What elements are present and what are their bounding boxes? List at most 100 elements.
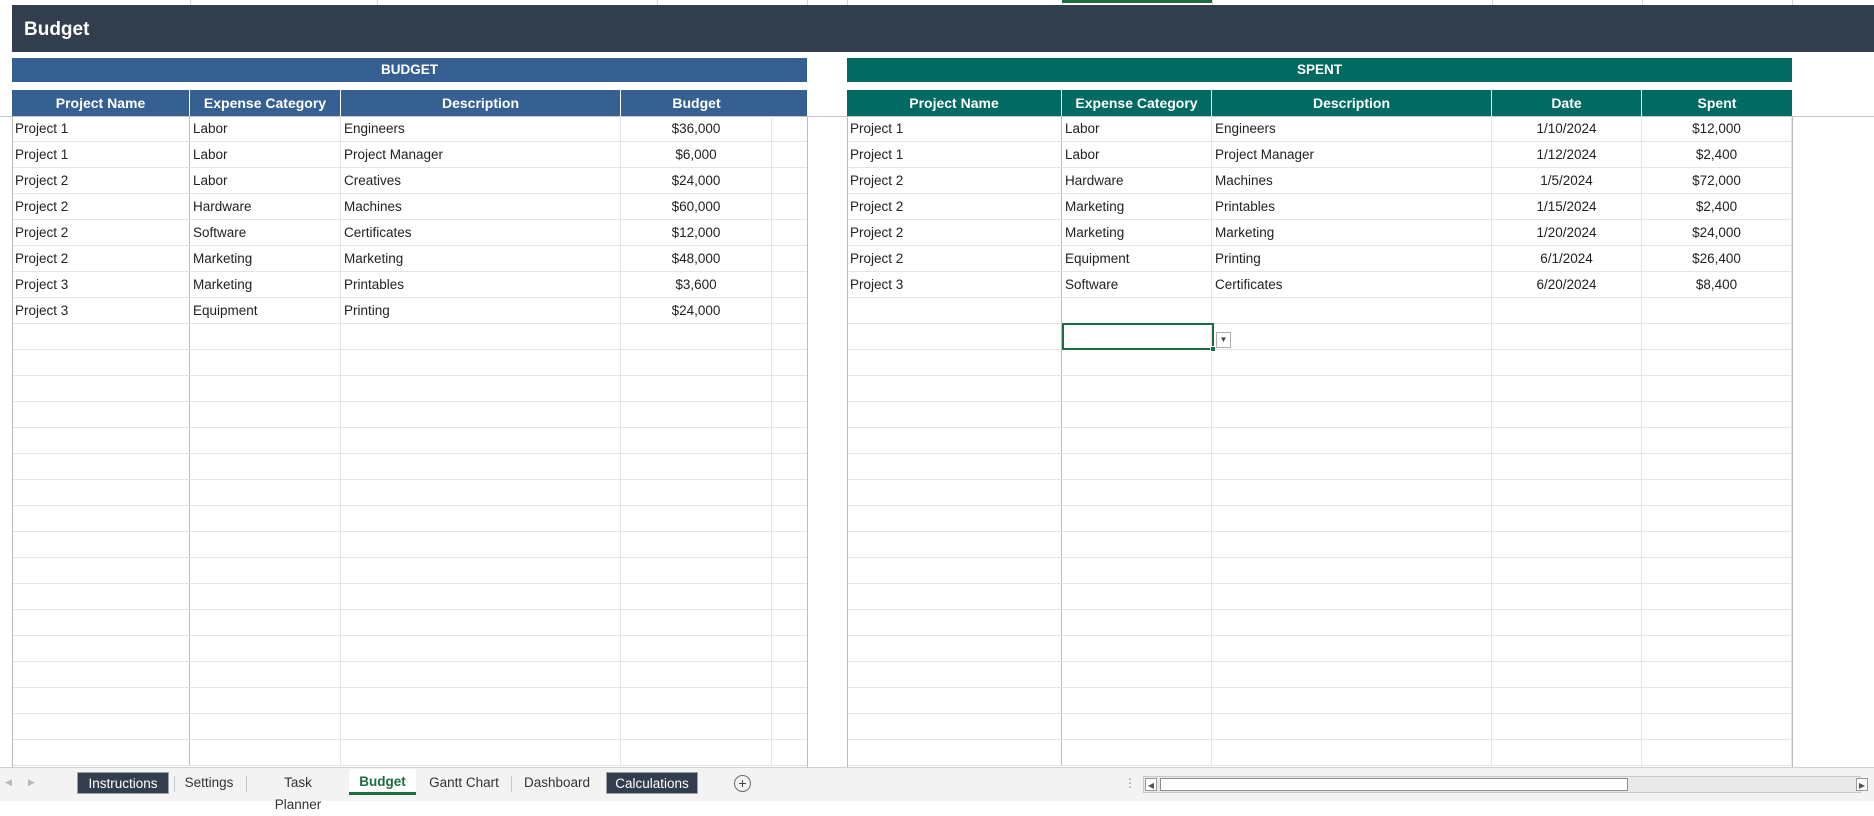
cell-expense-category[interactable] — [190, 350, 341, 375]
cell-expense-category[interactable]: Hardware — [1062, 168, 1212, 193]
cell-project-name[interactable]: Project 2 — [847, 194, 1062, 219]
cell-description[interactable] — [1212, 350, 1492, 375]
cell-project-name[interactable] — [847, 558, 1062, 583]
cell-description[interactable] — [341, 506, 621, 531]
cell-expense-category[interactable] — [190, 428, 341, 453]
cell-description[interactable] — [341, 532, 621, 557]
cell-spent[interactable]: $8,400 — [1642, 272, 1792, 297]
tab-gantt-chart[interactable]: Gantt Chart — [423, 772, 505, 794]
cell-description[interactable] — [1212, 584, 1492, 609]
cell-project-name[interactable]: Project 1 — [12, 116, 190, 141]
cell-spent[interactable] — [1642, 558, 1792, 583]
cell-expense-category[interactable] — [1062, 298, 1212, 323]
cell-project-name[interactable] — [12, 584, 190, 609]
cell-description[interactable] — [1212, 662, 1492, 687]
cell-project-name[interactable] — [12, 558, 190, 583]
cell-project-name[interactable] — [12, 610, 190, 635]
cell-project-name[interactable]: Project 3 — [12, 272, 190, 297]
cell-expense-category[interactable] — [190, 454, 341, 479]
cell-description[interactable] — [1212, 610, 1492, 635]
cell-expense-category[interactable]: Software — [1062, 272, 1212, 297]
cell-expense-category[interactable]: Labor — [1062, 116, 1212, 141]
cell-expense-category[interactable] — [1062, 662, 1212, 687]
cell-project-name[interactable] — [12, 532, 190, 557]
tab-calculations[interactable]: Calculations — [606, 772, 698, 794]
cell-date[interactable] — [1492, 376, 1642, 401]
cell-expense-category[interactable] — [190, 480, 341, 505]
cell-project-name[interactable] — [12, 324, 190, 349]
cell-expense-category[interactable] — [190, 324, 341, 349]
cell-project-name[interactable]: Project 2 — [847, 168, 1062, 193]
cell-description[interactable]: Certificates — [341, 220, 621, 245]
cell-spent[interactable]: $2,400 — [1642, 142, 1792, 167]
cell-description[interactable] — [1212, 480, 1492, 505]
cell-date[interactable]: 1/10/2024 — [1492, 116, 1642, 141]
plus-circle-icon[interactable]: + — [734, 775, 751, 792]
cell-project-name[interactable] — [12, 480, 190, 505]
cell-expense-category[interactable] — [1062, 350, 1212, 375]
cell-description[interactable]: Creatives — [341, 168, 621, 193]
cell-budget[interactable]: $36,000 — [621, 116, 772, 141]
cell-expense-category[interactable] — [1062, 688, 1212, 713]
cell-expense-category[interactable] — [190, 740, 341, 765]
cell-expense-category[interactable] — [190, 610, 341, 635]
tab-dashboard[interactable]: Dashboard — [518, 772, 595, 794]
cell-spent[interactable] — [1642, 480, 1792, 505]
cell-budget[interactable] — [621, 636, 772, 661]
cell-spent[interactable] — [1642, 636, 1792, 661]
cell-project-name[interactable] — [847, 376, 1062, 401]
cell-expense-category[interactable] — [190, 376, 341, 401]
cell-description[interactable] — [341, 402, 621, 427]
cell-description[interactable] — [1212, 506, 1492, 531]
cell-expense-category[interactable] — [1062, 376, 1212, 401]
cell-spent[interactable]: $12,000 — [1642, 116, 1792, 141]
cell-spent[interactable] — [1642, 402, 1792, 427]
cell-project-name[interactable]: Project 3 — [847, 272, 1062, 297]
cell-project-name[interactable] — [847, 532, 1062, 557]
cell-description[interactable]: Printing — [341, 298, 621, 323]
cell-expense-category[interactable]: Hardware — [190, 194, 341, 219]
cell-expense-category[interactable]: Labor — [190, 142, 341, 167]
cell-budget[interactable] — [621, 610, 772, 635]
cell-spent[interactable] — [1642, 662, 1792, 687]
cell-description[interactable] — [341, 714, 621, 739]
cell-project-name[interactable] — [12, 376, 190, 401]
cell-budget[interactable] — [621, 662, 772, 687]
cell-description[interactable] — [341, 558, 621, 583]
cell-budget[interactable] — [621, 584, 772, 609]
cell-budget[interactable]: $3,600 — [621, 272, 772, 297]
cell-description[interactable] — [341, 350, 621, 375]
cell-project-name[interactable]: Project 1 — [847, 142, 1062, 167]
cell-description[interactable] — [1212, 740, 1492, 765]
cell-description[interactable]: Marketing — [1212, 220, 1492, 245]
cell-description[interactable] — [1212, 428, 1492, 453]
cell-project-name[interactable]: Project 2 — [12, 220, 190, 245]
cell-description[interactable]: Printables — [1212, 194, 1492, 219]
cell-date[interactable] — [1492, 610, 1642, 635]
cell-budget[interactable]: $12,000 — [621, 220, 772, 245]
cell-project-name[interactable]: Project 2 — [12, 246, 190, 271]
cell-budget[interactable] — [621, 350, 772, 375]
cell-date[interactable] — [1492, 636, 1642, 661]
cell-budget[interactable] — [621, 428, 772, 453]
cell-description[interactable] — [1212, 532, 1492, 557]
cell-spent[interactable] — [1642, 324, 1792, 349]
cell-date[interactable] — [1492, 688, 1642, 713]
cell-project-name[interactable] — [847, 610, 1062, 635]
cell-description[interactable]: Marketing — [341, 246, 621, 271]
cell-description[interactable] — [1212, 454, 1492, 479]
cell-date[interactable] — [1492, 558, 1642, 583]
cell-spent[interactable] — [1642, 740, 1792, 765]
cell-spent[interactable] — [1642, 298, 1792, 323]
cell-dropdown-button[interactable]: ▼ — [1216, 332, 1231, 348]
cell-expense-category[interactable]: Software — [190, 220, 341, 245]
cell-expense-category[interactable]: Labor — [190, 168, 341, 193]
cell-spent[interactable] — [1642, 688, 1792, 713]
cell-description[interactable] — [341, 740, 621, 765]
cell-budget[interactable] — [621, 376, 772, 401]
cell-project-name[interactable] — [847, 402, 1062, 427]
cell-date[interactable] — [1492, 506, 1642, 531]
cell-description[interactable]: Engineers — [1212, 116, 1492, 141]
cell-project-name[interactable] — [12, 454, 190, 479]
cell-expense-category[interactable] — [190, 714, 341, 739]
